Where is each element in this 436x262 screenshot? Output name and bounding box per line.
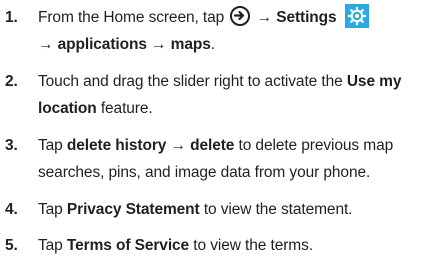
settings-gear-icon bbox=[344, 3, 369, 28]
step-text: Tap delete history → delete to delete pr… bbox=[38, 132, 434, 186]
location-label: location bbox=[38, 100, 97, 117]
delete-history-label: delete history → delete bbox=[66, 137, 235, 154]
step-3-suffix: to delete previous map bbox=[234, 137, 394, 154]
step-1-prefix: From the Home screen, tap bbox=[38, 9, 229, 26]
terms-of-service-label: Terms of Service bbox=[66, 237, 190, 254]
step-3-line2: searches, pins, and image data from your… bbox=[38, 164, 371, 181]
step-1-path: → applications → maps bbox=[38, 36, 211, 53]
step-4-prefix: Tap bbox=[38, 201, 67, 218]
settings-label: Settings bbox=[276, 9, 337, 26]
step-3-prefix: Tap bbox=[38, 137, 67, 154]
step-2-suffix: feature. bbox=[96, 100, 153, 117]
step-text: Tap Terms of Service to view the terms. bbox=[38, 232, 434, 259]
circle-arrow-right-icon bbox=[230, 5, 251, 26]
step-4-suffix: to view the statement. bbox=[199, 201, 353, 218]
privacy-statement-label: Privacy Statement bbox=[66, 201, 200, 218]
step-2-text: Touch and drag the slider right to activ… bbox=[38, 73, 347, 90]
step-number: 4. bbox=[5, 201, 18, 218]
step-text: Touch and drag the slider right to activ… bbox=[38, 68, 434, 122]
step-number: 5. bbox=[5, 237, 18, 254]
step-1-period: . bbox=[210, 36, 215, 53]
step-text: From the Home screen, tap → Settings → a… bbox=[38, 3, 434, 58]
use-my-label: Use my bbox=[346, 73, 402, 90]
arrow-symbol: → bbox=[256, 9, 273, 26]
step-number: 2. bbox=[5, 73, 18, 90]
instruction-list: 1. From the Home screen, tap → Settings … bbox=[0, 0, 436, 262]
step-number: 1. bbox=[5, 9, 18, 26]
step-text: Tap Privacy Statement to view the statem… bbox=[38, 196, 434, 223]
step-5-prefix: Tap bbox=[38, 237, 67, 254]
step-number: 3. bbox=[5, 137, 18, 154]
step-5-suffix: to view the terms. bbox=[189, 237, 313, 254]
